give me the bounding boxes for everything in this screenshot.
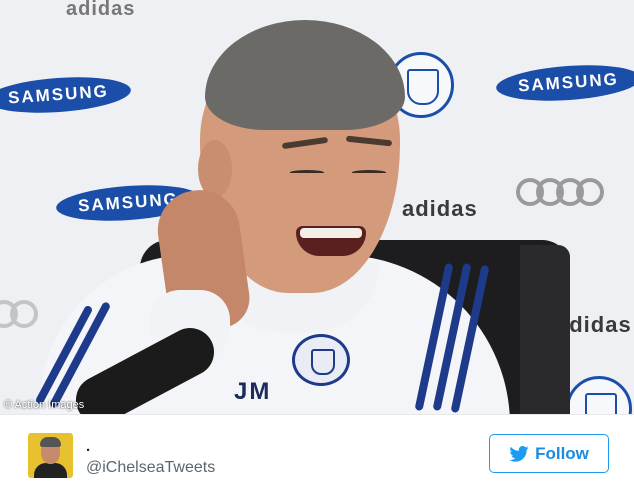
twitter-handle[interactable]: @iChelseaTweets	[86, 459, 215, 477]
chelsea-badge-shirt	[292, 334, 350, 386]
display-name[interactable]: .	[86, 438, 90, 455]
chelsea-crest-backdrop-2	[566, 376, 632, 414]
tweet-author-bar: . @iChelseaTweets Follow	[0, 414, 634, 503]
chair-side	[520, 245, 570, 414]
audi-rings-logo	[516, 178, 604, 206]
tweet-photo: adidas SAMSUNG SAMSUNG SAMSUNG adidas ad…	[0, 0, 634, 414]
twitter-bird-icon	[509, 445, 529, 462]
eye-left	[290, 170, 324, 175]
teeth	[300, 228, 362, 238]
adidas-logo-backdrop: adidas	[402, 196, 478, 221]
photo-credit: © Action Images	[4, 399, 85, 411]
follow-button[interactable]: Follow	[489, 434, 609, 473]
samsung-logo-left: SAMSUNG	[0, 72, 132, 118]
audi-rings-logo-faint	[0, 300, 38, 328]
shirt-initials: JM	[234, 378, 272, 405]
samsung-logo-right: SAMSUNG	[494, 60, 634, 106]
follow-label: Follow	[535, 443, 589, 463]
avatar[interactable]	[28, 433, 73, 478]
adidas-logo-top: adidas	[66, 0, 136, 20]
eye-right	[352, 170, 386, 175]
